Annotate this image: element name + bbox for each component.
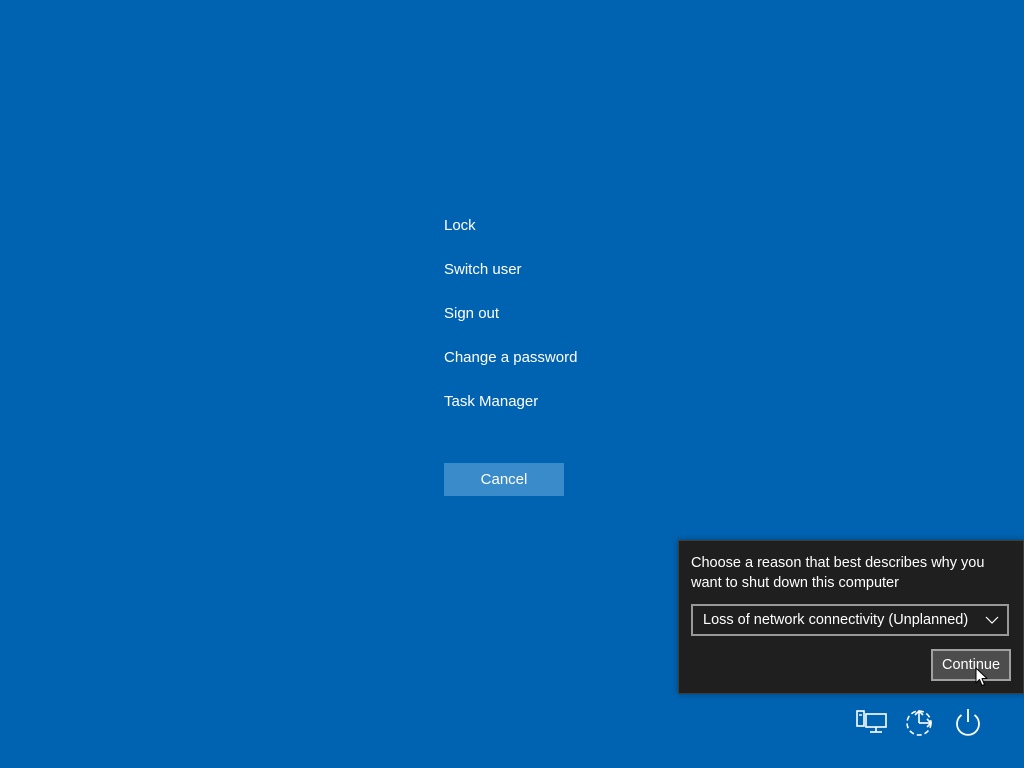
security-options-menu: Lock Switch user Sign out Change a passw… [444,214,577,434]
menu-item-change-password[interactable]: Change a password [444,346,577,390]
continue-button[interactable]: Continue [931,649,1011,681]
shutdown-reason-flyout: Choose a reason that best describes why … [678,540,1024,694]
chevron-down-icon [985,616,999,624]
menu-item-sign-out[interactable]: Sign out [444,302,577,346]
network-icon-glyph [856,710,887,733]
menu-item-task-manager[interactable]: Task Manager [444,390,577,434]
ease-of-access-icon[interactable] [902,704,938,740]
shutdown-reason-dropdown[interactable]: Loss of network connectivity (Unplanned) [691,604,1009,636]
power-icon-glyph [956,709,980,736]
cancel-button[interactable]: Cancel [444,463,564,496]
selected-reason: Loss of network connectivity (Unplanned) [703,612,969,628]
shutdown-reason-prompt: Choose a reason that best describes why … [691,555,985,591]
menu-item-lock[interactable]: Lock [444,214,577,258]
network-icon[interactable] [854,704,890,740]
menu-item-switch-user[interactable]: Switch user [444,258,577,302]
ease-of-access-icon-glyph [906,709,933,736]
power-icon[interactable] [950,704,986,740]
